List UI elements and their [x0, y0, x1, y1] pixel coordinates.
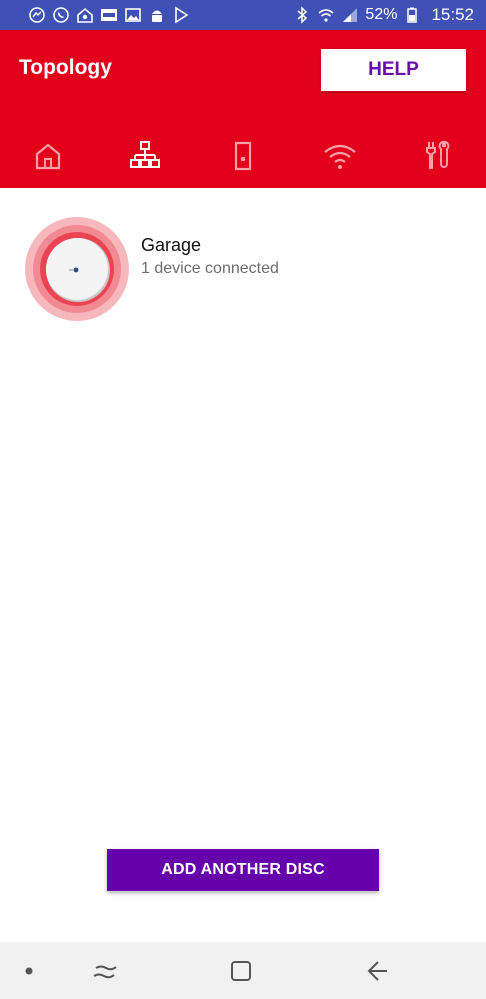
android-icon — [148, 6, 166, 24]
disc-name: Garage — [141, 235, 202, 255]
device-icon — [234, 141, 252, 171]
tab-devices[interactable] — [225, 138, 261, 174]
ebay-icon — [100, 6, 118, 24]
play-store-icon — [172, 6, 190, 24]
home-square-icon[interactable] — [226, 956, 256, 986]
whatsapp-icon — [52, 6, 70, 24]
messenger-icon — [28, 6, 46, 24]
battery-percent: 52% — [365, 6, 398, 23]
help-button[interactable]: HELP — [321, 49, 466, 91]
page-title: Topology — [19, 56, 112, 79]
status-bar: 52% 15:52 — [0, 0, 486, 30]
tab-home[interactable] — [30, 138, 66, 174]
gallery-icon — [124, 6, 142, 24]
dot-icon — [14, 956, 44, 986]
recent-apps-icon[interactable] — [90, 956, 120, 986]
battery-icon — [403, 6, 421, 24]
tab-topology[interactable] — [127, 138, 163, 174]
back-icon[interactable] — [362, 956, 392, 986]
topology-icon — [130, 141, 160, 168]
home-app-icon — [76, 6, 94, 24]
disc-avatar — [22, 214, 132, 324]
add-disc-button[interactable]: ADD ANOTHER DISC — [107, 849, 379, 891]
tab-wifi[interactable] — [322, 138, 358, 174]
tab-tools[interactable] — [419, 138, 455, 174]
clock: 15:52 — [431, 5, 474, 24]
bluetooth-icon — [293, 6, 311, 24]
list-item[interactable]: Garage 1 device connected — [0, 210, 486, 326]
signal-icon — [341, 6, 359, 24]
app-bar: Topology HELP — [0, 30, 486, 188]
disc-status: 1 device connected — [141, 260, 279, 277]
notification-icons — [28, 6, 190, 24]
home-icon — [35, 143, 61, 170]
wifi-icon — [324, 144, 356, 169]
tools-icon — [426, 140, 450, 169]
system-indicators: 52% 15:52 — [293, 5, 474, 25]
wifi-icon — [317, 6, 335, 24]
navigation-bar — [0, 942, 486, 999]
